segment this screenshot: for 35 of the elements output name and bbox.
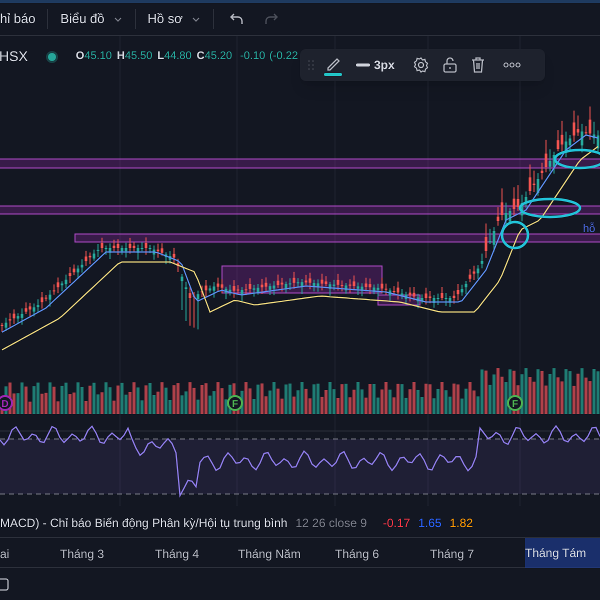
time-axis-label: Tháng 4: [155, 546, 200, 563]
trash-icon[interactable]: [470, 57, 485, 73]
price-change: -0.10: [240, 49, 266, 64]
indicator-value: -0.17: [382, 515, 410, 532]
time-axis-label: Tháng Tám: [525, 538, 600, 568]
time-axis-label: Tháng 7: [430, 546, 474, 563]
indicator-title: MACD) - Chỉ báo Biến động Phân kỳ/Hội tụ trung bình: [0, 515, 288, 532]
time-axis-label: Tháng Năm: [238, 546, 301, 563]
indicator-value: 1.82: [450, 515, 473, 532]
zone-label: hỗ: [583, 223, 596, 235]
ohlc-value: C45.20: [196, 49, 232, 64]
time-axis-label: Tháng 6: [335, 546, 380, 563]
ohlc-value: H45.50: [116, 49, 152, 64]
indicator-value: 1.65: [418, 515, 442, 532]
price-change-percent: (-0.22: [269, 49, 298, 64]
unlock-icon[interactable]: [442, 57, 457, 73]
line-width-button[interactable]: 3px: [356, 56, 395, 74]
ellipse-drawing: [554, 148, 600, 170]
ohlc-value: O45.10: [76, 49, 112, 64]
ellipse-drawing: [518, 198, 582, 218]
menu-button[interactable]: hỉ báo: [0, 9, 36, 29]
more-icon[interactable]: [502, 62, 521, 68]
undo-icon[interactable]: [230, 13, 244, 25]
time-axis-label: ai: [0, 546, 10, 563]
event-marker[interactable]: F: [227, 395, 243, 411]
ohlc-value: L44.80: [157, 49, 192, 64]
ellipse-drawing: [500, 220, 530, 250]
drag-handle-icon[interactable]: [308, 60, 314, 70]
settings-icon[interactable]: [412, 57, 429, 73]
event-marker[interactable]: F: [507, 395, 523, 411]
time-axis-label: Tháng 3: [60, 546, 104, 563]
menu-button[interactable]: Biểu đồ: [60, 9, 123, 29]
indicator-params: 12 26 close 9: [295, 515, 367, 532]
symbol-exchange: HSX: [0, 47, 28, 66]
menu-button[interactable]: Hồ sơ: [148, 9, 201, 29]
